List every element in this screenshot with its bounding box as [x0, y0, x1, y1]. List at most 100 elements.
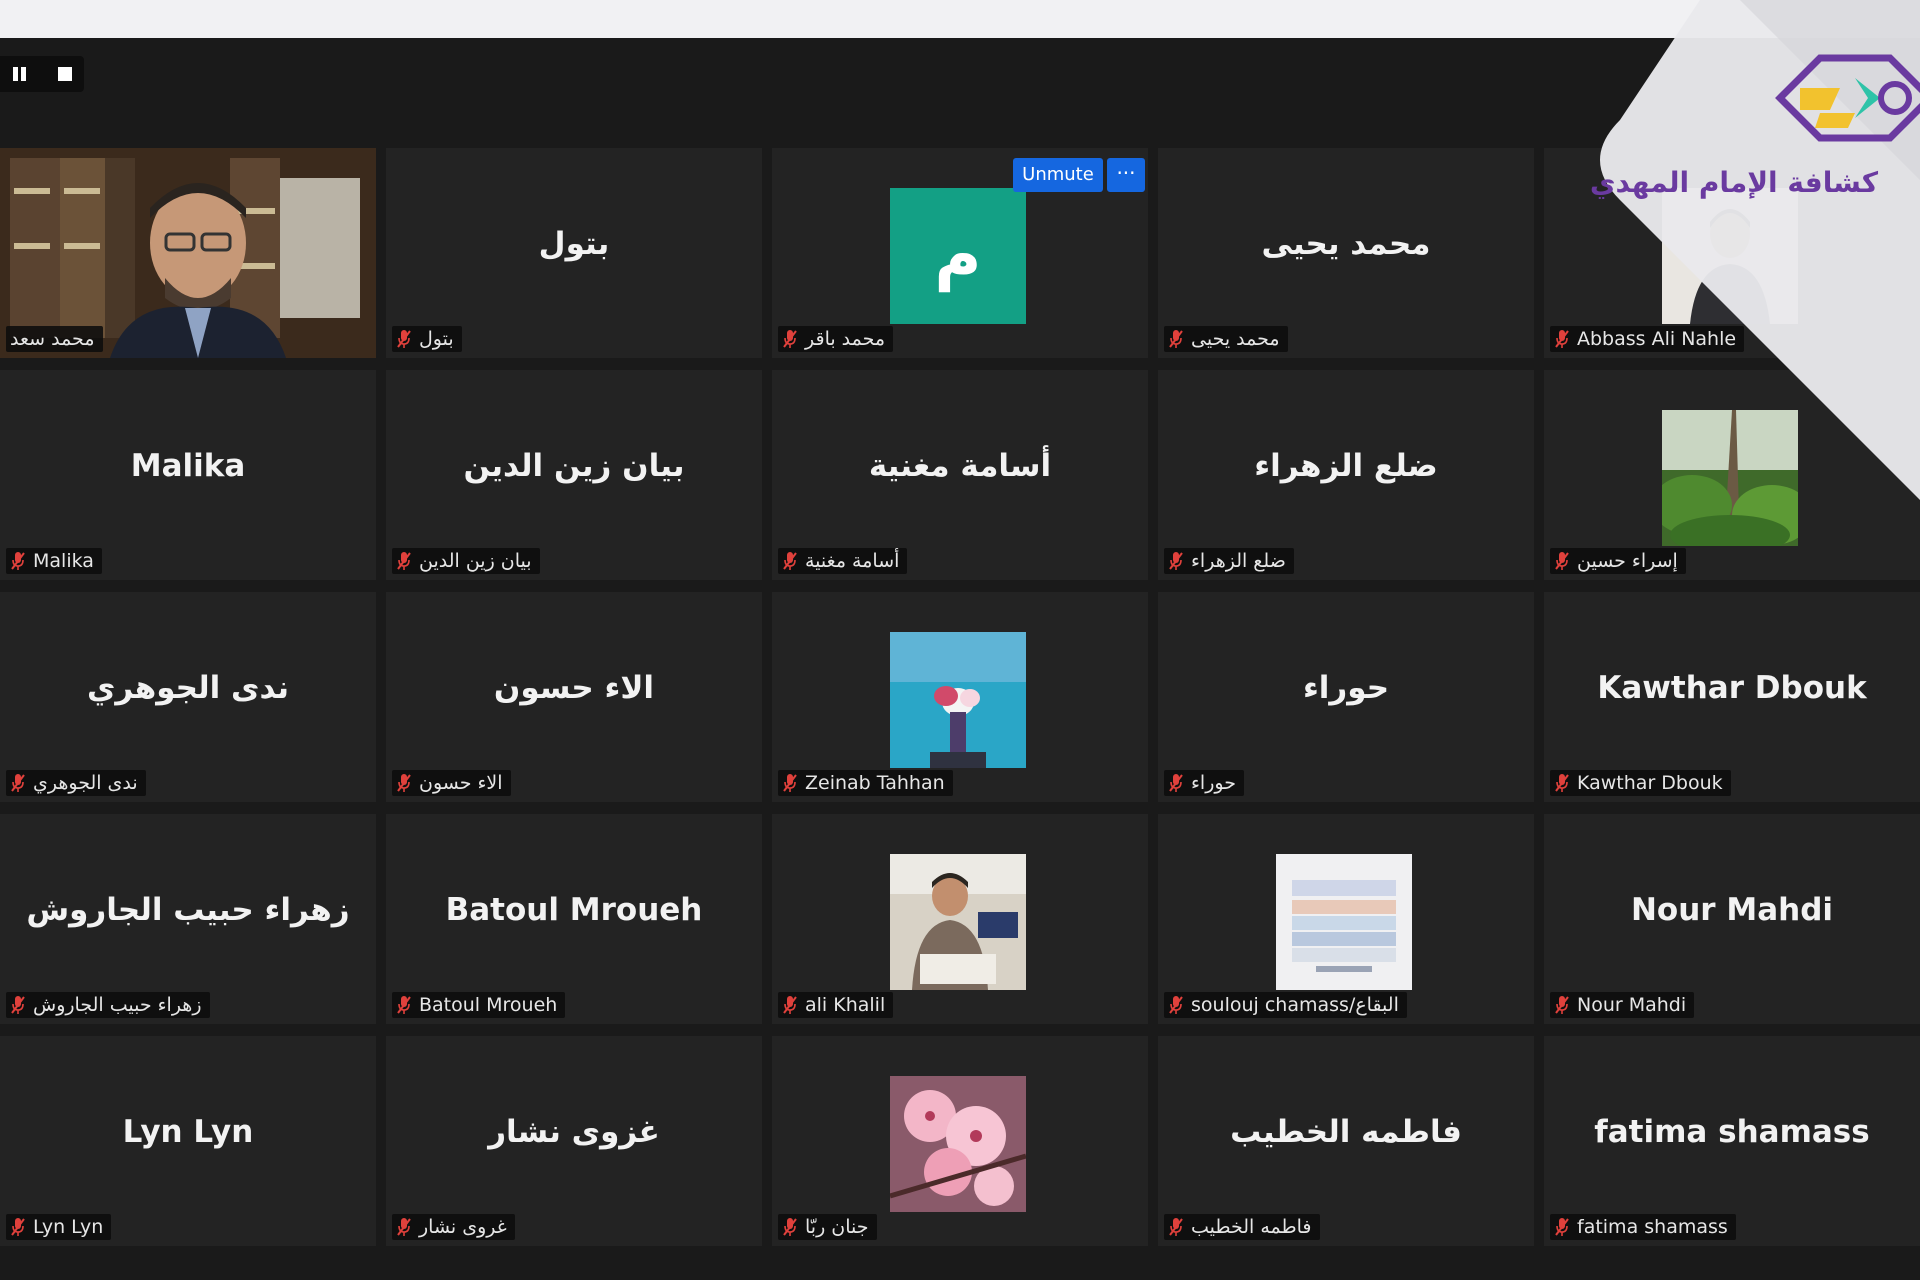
participant-label: محمد سعد	[6, 326, 103, 352]
participant-label: soulouj chamass/البقاع	[1164, 992, 1407, 1018]
muted-mic-icon	[1169, 773, 1183, 793]
logo-text: كشافة الإمام المهدي	[1589, 166, 1878, 199]
participant-name: fatima shamass	[1577, 1216, 1728, 1238]
participant-label: زهراء حبيب الجاروش	[6, 992, 210, 1018]
muted-mic-icon	[397, 551, 411, 571]
participant-tile[interactable]: Batoul Mroueh Batoul Mroueh	[386, 814, 762, 1024]
participant-name: الاء حسون	[419, 772, 503, 794]
logo-mark	[1775, 54, 1920, 142]
muted-mic-icon	[1169, 551, 1183, 571]
muted-mic-icon	[783, 551, 797, 571]
participant-name: غروى نشار	[419, 1216, 507, 1238]
participant-label: محمد باقر	[778, 326, 894, 352]
participant-display-name: بيان زين الدين	[463, 448, 685, 484]
muted-mic-icon	[11, 995, 25, 1015]
participant-label: الاء حسون	[392, 770, 511, 796]
participant-label: fatima shamass	[1550, 1214, 1736, 1240]
participant-display-name: Nour Mahdi	[1630, 892, 1834, 928]
participant-label: غروى نشار	[392, 1214, 515, 1240]
avatar-initial: م	[934, 219, 982, 293]
participant-display-name: Lyn Lyn	[122, 1114, 254, 1150]
participant-name: ضلع الزهراء	[1191, 550, 1286, 572]
muted-mic-icon	[397, 1217, 411, 1237]
participant-tile-active-speaker[interactable]: محمد سعد	[0, 148, 376, 358]
participant-name: زهراء حبيب الجاروش	[33, 994, 202, 1016]
participant-tile[interactable]: فاطمه الخطيب فاطمه الخطيب	[1158, 1036, 1534, 1246]
participant-tile[interactable]: بتول بتول	[386, 148, 762, 358]
participant-display-name: زهراء حبيب الجاروش	[26, 892, 350, 928]
participant-tile[interactable]: زهراء حبيب الجاروش زهراء حبيب الجاروش	[0, 814, 376, 1024]
participant-name: ali Khalil	[805, 994, 886, 1016]
participant-tile[interactable]: إسراء حسين	[1544, 370, 1920, 580]
participant-tile[interactable]: ali Khalil	[772, 814, 1148, 1024]
muted-mic-icon	[1555, 1217, 1569, 1237]
participant-name: Malika	[33, 550, 94, 572]
participant-tile[interactable]: جنان ربّا	[772, 1036, 1148, 1246]
stop-icon[interactable]	[58, 67, 72, 81]
muted-mic-icon	[1555, 995, 1569, 1015]
participant-display-name: الاء حسون	[493, 670, 655, 706]
muted-mic-icon	[1555, 773, 1569, 793]
participant-tile[interactable]: حوراء حوراء	[1158, 592, 1534, 802]
participant-tile[interactable]: Kawthar Dbouk Kawthar Dbouk	[1544, 592, 1920, 802]
muted-mic-icon	[11, 1217, 25, 1237]
participant-display-name: ضلع الزهراء	[1254, 448, 1438, 484]
participant-name: بتول	[419, 328, 454, 350]
unmute-button[interactable]: Unmute	[1013, 158, 1103, 192]
participant-tile[interactable]: Lyn Lyn Lyn Lyn	[0, 1036, 376, 1246]
participant-tile[interactable]: soulouj chamass/البقاع	[1158, 814, 1534, 1024]
participant-tile[interactable]: ضلع الزهراء ضلع الزهراء	[1158, 370, 1534, 580]
participant-tile[interactable]: أسامة مغنية أسامة مغنية	[772, 370, 1148, 580]
participant-tile[interactable]: fatima shamass fatima shamass	[1544, 1036, 1920, 1246]
participant-label: إسراء حسين	[1550, 548, 1686, 574]
muted-mic-icon	[783, 995, 797, 1015]
participant-name: Kawthar Dbouk	[1577, 772, 1723, 794]
participant-name: محمد سعد	[10, 328, 95, 350]
profile-photo	[1662, 410, 1798, 546]
participant-tile[interactable]: محمد يحيى محمد يحيى	[1158, 148, 1534, 358]
participant-display-name: غزوى نشار	[488, 1114, 660, 1150]
participant-display-name: أسامة مغنية	[868, 448, 1052, 484]
participant-name: Zeinab Tahhan	[805, 772, 945, 794]
participant-name: ندى الجوهري	[33, 772, 138, 794]
participant-display-name: فاطمه الخطيب	[1230, 1114, 1462, 1150]
participant-name: Batoul Mroueh	[419, 994, 558, 1016]
participant-name: Lyn Lyn	[33, 1216, 104, 1238]
participant-tile[interactable]: Nour Mahdi Nour Mahdi	[1544, 814, 1920, 1024]
muted-mic-icon	[1555, 551, 1569, 571]
participant-tile[interactable]: الاء حسون الاء حسون	[386, 592, 762, 802]
participant-label: أسامة مغنية	[778, 548, 908, 574]
profile-photo	[890, 1076, 1026, 1212]
participant-label: فاطمه الخطيب	[1164, 1214, 1320, 1240]
pause-icon[interactable]	[12, 67, 28, 81]
participant-tile[interactable]: ندى الجوهري ندى الجوهري	[0, 592, 376, 802]
participant-label: Kawthar Dbouk	[1550, 770, 1731, 796]
participant-tile[interactable]: غزوى نشار غروى نشار	[386, 1036, 762, 1246]
avatar: م	[890, 188, 1026, 324]
muted-mic-icon	[1169, 1217, 1183, 1237]
participant-label: Nour Mahdi	[1550, 992, 1695, 1018]
participant-name: بيان زين الدين	[419, 550, 532, 572]
participant-display-name: Malika	[130, 448, 246, 484]
participant-label: Zeinab Tahhan	[778, 770, 953, 796]
muted-mic-icon	[397, 773, 411, 793]
participant-label: Abbass Ali Nahle	[1550, 326, 1745, 352]
participant-label: Batoul Mroueh	[392, 992, 566, 1018]
more-options-button[interactable]: ···	[1107, 158, 1145, 192]
participant-display-name: ندى الجوهري	[87, 670, 289, 706]
muted-mic-icon	[11, 551, 25, 571]
participant-display-name: حوراء	[1302, 670, 1390, 706]
participant-tile[interactable]: بيان زين الدين بيان زين الدين	[386, 370, 762, 580]
muted-mic-icon	[783, 329, 797, 349]
participant-tile[interactable]: Zeinab Tahhan	[772, 592, 1148, 802]
participant-label: بتول	[392, 326, 462, 352]
participant-tile[interactable]: Malika Malika	[0, 370, 376, 580]
participant-display-name: Kawthar Dbouk	[1597, 670, 1867, 706]
participant-label: محمد يحيى	[1164, 326, 1288, 352]
participant-display-name: بتول	[538, 226, 610, 262]
participant-name: soulouj chamass/البقاع	[1191, 994, 1399, 1016]
muted-mic-icon	[1169, 329, 1183, 349]
participant-label: Lyn Lyn	[6, 1214, 112, 1240]
muted-mic-icon	[783, 773, 797, 793]
muted-mic-icon	[397, 329, 411, 349]
